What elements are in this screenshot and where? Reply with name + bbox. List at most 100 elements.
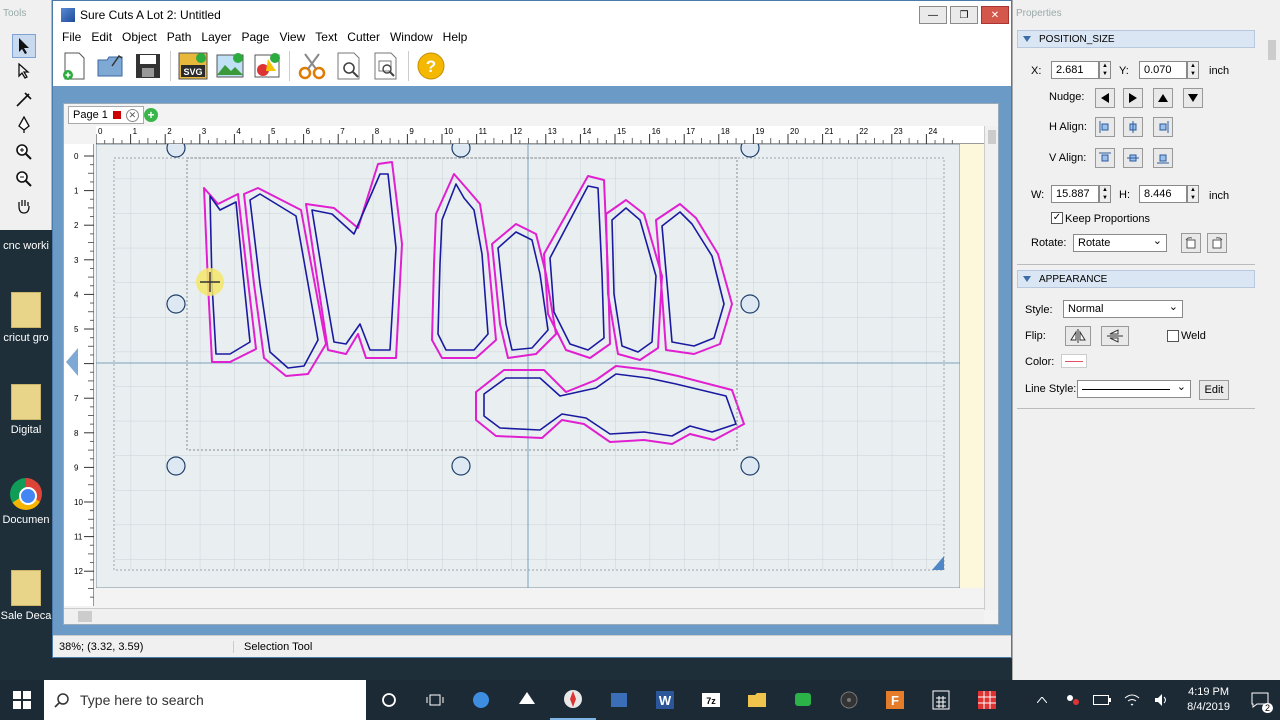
- task-view-button[interactable]: [412, 680, 458, 720]
- height-spinner[interactable]: ▲ ▼: [1187, 185, 1199, 203]
- desktop-icon-cricut[interactable]: cricut gro: [0, 292, 52, 344]
- taskbar-app-sure-cuts[interactable]: [550, 680, 596, 720]
- width-spinner[interactable]: ▲ ▼: [1099, 185, 1111, 203]
- tray-volume-button[interactable]: [1147, 680, 1177, 720]
- scroll-thumb[interactable]: [987, 130, 996, 144]
- taskbar-app-7zip[interactable]: 7z: [688, 680, 734, 720]
- desktop-icon-documents[interactable]: Documen: [0, 478, 52, 526]
- menu-window[interactable]: Window: [385, 29, 438, 46]
- add-page-button[interactable]: +: [144, 108, 158, 122]
- node-edit-icon[interactable]: [12, 60, 36, 84]
- design-artwork[interactable]: [96, 144, 960, 588]
- line-style-dropdown[interactable]: [1077, 380, 1191, 398]
- canvas[interactable]: [95, 143, 988, 589]
- menu-file[interactable]: File: [57, 29, 86, 46]
- close-tab-icon[interactable]: ✕: [125, 108, 139, 122]
- y-spinner[interactable]: ▲ ▼: [1187, 61, 1199, 79]
- y-field[interactable]: 0.070: [1139, 61, 1187, 79]
- taskbar-app-spotify[interactable]: [780, 680, 826, 720]
- menu-object[interactable]: Object: [117, 29, 162, 46]
- menu-view[interactable]: View: [274, 29, 310, 46]
- desktop-icon-digital[interactable]: Digital: [0, 384, 52, 436]
- new-document-button[interactable]: [59, 51, 89, 81]
- color-swatch[interactable]: [1061, 354, 1087, 368]
- align-bottom-button[interactable]: [1153, 148, 1173, 168]
- pan-hand-icon[interactable]: [12, 194, 36, 218]
- close-button[interactable]: ✕: [981, 6, 1009, 24]
- rotate-ccw-button[interactable]: [1181, 233, 1201, 253]
- tray-clock[interactable]: 4:19 PM 8/4/2019: [1177, 685, 1240, 715]
- knife-icon[interactable]: [12, 87, 36, 111]
- keep-proportions-checkbox[interactable]: ✓: [1051, 212, 1063, 224]
- desktop-icon-cnc[interactable]: cnc worki: [0, 240, 52, 252]
- align-center-h-button[interactable]: [1123, 117, 1143, 137]
- taskbar-app-calculator[interactable]: [918, 680, 964, 720]
- tab-page-1[interactable]: Page 1 ✕: [68, 106, 144, 124]
- style-dropdown[interactable]: Normal: [1063, 300, 1183, 318]
- save-button[interactable]: [133, 51, 163, 81]
- nudge-left-button[interactable]: [1095, 88, 1115, 108]
- rotate-dropdown[interactable]: Rotate: [1073, 234, 1167, 252]
- taskbar-app-inkscape[interactable]: [504, 680, 550, 720]
- pen-icon[interactable]: [12, 113, 36, 137]
- weld-checkbox[interactable]: [1167, 330, 1179, 342]
- x-spinner[interactable]: ▲ ▼: [1099, 61, 1111, 79]
- taskbar-app-firefox[interactable]: F: [872, 680, 918, 720]
- align-left-button[interactable]: [1095, 117, 1115, 137]
- taskbar-app-explorer[interactable]: [734, 680, 780, 720]
- taskbar-app-word[interactable]: W: [642, 680, 688, 720]
- import-svg-button[interactable]: SVG: [178, 51, 208, 81]
- edit-button[interactable]: Edit: [1199, 380, 1229, 400]
- tray-battery-button[interactable]: [1087, 680, 1117, 720]
- zoom-in-icon[interactable]: [12, 140, 36, 164]
- menu-help[interactable]: Help: [438, 29, 473, 46]
- minimize-button[interactable]: —: [919, 6, 947, 24]
- collapse-arrow-icon[interactable]: [66, 348, 78, 376]
- nudge-down-button[interactable]: [1183, 88, 1203, 108]
- flip-horizontal-button[interactable]: [1065, 326, 1091, 346]
- flip-vertical-button[interactable]: [1101, 326, 1129, 346]
- width-field[interactable]: 15.887: [1051, 185, 1099, 203]
- taskbar-app-other[interactable]: [964, 680, 1010, 720]
- cortana-button[interactable]: [366, 680, 412, 720]
- taskbar-app-disc[interactable]: [826, 680, 872, 720]
- restore-button[interactable]: ❐: [950, 6, 978, 24]
- start-button[interactable]: [0, 680, 44, 720]
- scroll-thumb[interactable]: [78, 611, 92, 622]
- appearance-header[interactable]: APPEARANCE: [1017, 270, 1255, 288]
- tray-expand-button[interactable]: [1027, 680, 1057, 720]
- notifications-button[interactable]: 2: [1240, 680, 1280, 720]
- menu-text[interactable]: Text: [310, 29, 342, 46]
- menu-layer[interactable]: Layer: [196, 29, 236, 46]
- height-field[interactable]: 8.446: [1139, 185, 1187, 203]
- shapes-button[interactable]: [252, 51, 282, 81]
- taskbar-app-picture[interactable]: [596, 680, 642, 720]
- import-image-button[interactable]: [215, 51, 245, 81]
- nudge-right-button[interactable]: [1123, 88, 1143, 108]
- align-top-button[interactable]: [1095, 148, 1115, 168]
- align-right-button[interactable]: [1153, 117, 1173, 137]
- zoom-out-icon[interactable]: [12, 167, 36, 191]
- desktop-icon-sale[interactable]: Sale Deca: [0, 570, 52, 622]
- nudge-up-button[interactable]: [1153, 88, 1173, 108]
- taskbar-app-browser[interactable]: [458, 680, 504, 720]
- align-middle-button[interactable]: [1123, 148, 1143, 168]
- x-field[interactable]: 2.681: [1051, 61, 1099, 79]
- tray-network-button[interactable]: [1117, 680, 1147, 720]
- preview-button[interactable]: [334, 51, 364, 81]
- menu-edit[interactable]: Edit: [86, 29, 117, 46]
- cut-button[interactable]: [297, 51, 327, 81]
- help-button[interactable]: ?: [416, 51, 446, 81]
- position-size-header[interactable]: POSITION_SIZE: [1017, 30, 1255, 48]
- menu-page[interactable]: Page: [236, 29, 274, 46]
- select-arrow-icon[interactable]: [12, 34, 36, 58]
- menu-cutter[interactable]: Cutter: [342, 29, 385, 46]
- taskbar-search[interactable]: Type here to search: [44, 680, 366, 720]
- tray-people-button[interactable]: [1057, 680, 1087, 720]
- horizontal-scrollbar[interactable]: [64, 608, 984, 624]
- open-button[interactable]: [96, 51, 126, 81]
- menu-path[interactable]: Path: [162, 29, 197, 46]
- panel-scroll-thumb[interactable]: [1268, 40, 1276, 60]
- page-preview-button[interactable]: [371, 51, 401, 81]
- vertical-scrollbar[interactable]: [984, 126, 998, 610]
